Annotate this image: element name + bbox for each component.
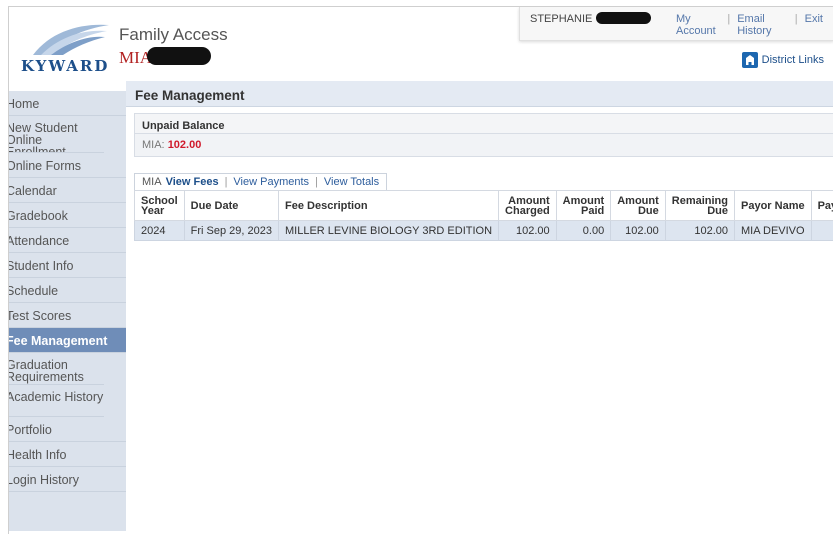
sidebar-item-portfolio[interactable]: Portfolio xyxy=(9,417,126,442)
table-cell xyxy=(810,220,833,241)
tab-view-totals[interactable]: View Totals xyxy=(324,176,379,190)
table-cell: 0.00 xyxy=(555,220,612,241)
sidebar-item-fee-management[interactable]: Fee Management xyxy=(9,328,126,353)
sidebar-item-health-info[interactable]: Health Info xyxy=(9,442,126,467)
sidebar-item-new-student-online-enrollment[interactable]: New Student Online Enrollment xyxy=(9,116,104,153)
my-account-link[interactable]: My Account xyxy=(676,13,720,37)
page-title: Fee Management xyxy=(135,88,245,103)
page-title-bar: Fee Management xyxy=(126,81,833,107)
table-row[interactable]: 2024 Fri Sep 29, 2023 MILLER LEVINE BIOL… xyxy=(134,220,833,241)
district-links-button[interactable]: District Links xyxy=(741,52,824,68)
sidebar-item-label: Health Info xyxy=(9,448,67,462)
table-cell: 2024 xyxy=(134,220,185,241)
sidebar-item-calendar[interactable]: Calendar xyxy=(9,178,126,203)
email-history-link[interactable]: Email History xyxy=(737,13,788,37)
tab-separator: | xyxy=(224,176,228,188)
tab-view-fees[interactable]: View Fees xyxy=(166,176,219,190)
table-cell: 102.00 xyxy=(664,220,736,241)
sidebar-item-login-history[interactable]: Login History xyxy=(9,467,126,492)
column-header[interactable]: School Year xyxy=(134,190,185,221)
sidebar-item-label: Test Scores xyxy=(9,309,72,323)
user-name: STEPHANIE xyxy=(530,13,593,25)
logo-text: KYWARD xyxy=(21,57,110,75)
column-header[interactable]: Remaining Due xyxy=(664,190,736,221)
sidebar-item-test-scores[interactable]: Test Scores xyxy=(9,303,126,328)
table-cell: MILLER LEVINE BIOLOGY 3RD EDITION xyxy=(278,220,500,241)
sidebar-item-label: Graduation Requirements xyxy=(9,358,84,384)
link-separator: | xyxy=(727,13,731,25)
sidebar-item-graduation-requirements[interactable]: Graduation Requirements xyxy=(9,353,104,385)
sidebar-item-label: Gradebook xyxy=(9,209,68,223)
main-content: Fee Management Unpaid Balance MIA: 102.0… xyxy=(126,75,833,534)
sidebar-item-gradebook[interactable]: Gradebook xyxy=(9,203,126,228)
sidebar-item-academic-history[interactable]: Academic History xyxy=(9,385,104,417)
logo-swoosh-icon xyxy=(33,24,109,55)
sidebar-item-online-forms[interactable]: Online Forms xyxy=(9,153,126,178)
district-links-label: District Links xyxy=(761,54,824,66)
table-cell: Fri Sep 29, 2023 xyxy=(183,220,280,241)
sidebar-item-label: Attendance xyxy=(9,234,70,248)
sidebar-item-home[interactable]: Home xyxy=(9,91,126,116)
sidebar-item-label: Portfolio xyxy=(9,423,52,437)
sidebar-item-student-info[interactable]: Student Info xyxy=(9,253,126,278)
building-icon xyxy=(741,52,758,68)
skyward-logo: KYWARD xyxy=(21,21,111,77)
sidebar-item-label: Home xyxy=(9,97,40,111)
top-links-bar: STEPHANIE My Account | Email History | E… xyxy=(519,7,833,41)
fee-tabs: MIA View Fees | View Payments | View Tot… xyxy=(134,173,388,190)
sidebar-item-label: New Student Online Enrollment xyxy=(9,121,78,153)
table-cell: MIA DEVIVO xyxy=(734,220,812,241)
sidebar-item-label: Schedule xyxy=(9,284,59,298)
app-title: Family Access xyxy=(119,25,228,44)
column-header[interactable]: Fee Description xyxy=(278,190,500,221)
column-header[interactable]: Amount Paid xyxy=(555,190,612,221)
table-header-row: School Year Due Date Fee Description Amo… xyxy=(134,190,833,221)
link-separator: | xyxy=(794,13,798,25)
column-header[interactable]: Payor Name xyxy=(734,190,812,221)
redaction-mark xyxy=(596,12,651,24)
column-header[interactable]: Due Date xyxy=(183,190,280,221)
browser-window: KYWARD Family Access MIA STEPHANIE My Ac… xyxy=(8,6,833,534)
sidebar-nav: Home New Student Online Enrollment Online … xyxy=(9,91,126,531)
tab-student-prefix: MIA xyxy=(142,176,162,188)
sidebar-item-label: Student Info xyxy=(9,259,74,273)
unpaid-balance-panel: Unpaid Balance MIA: 102.00 xyxy=(134,113,833,157)
tab-view-payments[interactable]: View Payments xyxy=(233,176,309,190)
balance-amount: 102.00 xyxy=(167,139,202,151)
sidebar-item-attendance[interactable]: Attendance xyxy=(9,228,126,253)
sidebar-item-schedule[interactable]: Schedule xyxy=(9,278,126,303)
sidebar-item-label: Login History xyxy=(9,473,79,487)
balance-row: MIA: 102.00 xyxy=(135,134,833,151)
column-header[interactable]: Pay Plan ID xyxy=(810,190,833,221)
sidebar-item-label: Fee Management xyxy=(9,334,108,348)
table-cell: 102.00 xyxy=(610,220,666,241)
sidebar-item-label: Online Forms xyxy=(9,159,82,173)
redaction-mark xyxy=(147,47,211,65)
table-cell: 102.00 xyxy=(498,220,557,241)
column-header[interactable]: Amount Due xyxy=(610,190,666,221)
sidebar-item-label: Calendar xyxy=(9,184,57,198)
exit-link[interactable]: Exit xyxy=(805,13,823,25)
balance-label: MIA: xyxy=(142,139,165,151)
sidebar-item-label: Academic History xyxy=(9,390,104,404)
unpaid-balance-header: Unpaid Balance xyxy=(135,114,833,134)
tab-separator: | xyxy=(315,176,318,188)
fees-table: School Year Due Date Fee Description Amo… xyxy=(134,190,833,241)
column-header[interactable]: Amount Charged xyxy=(498,190,557,221)
